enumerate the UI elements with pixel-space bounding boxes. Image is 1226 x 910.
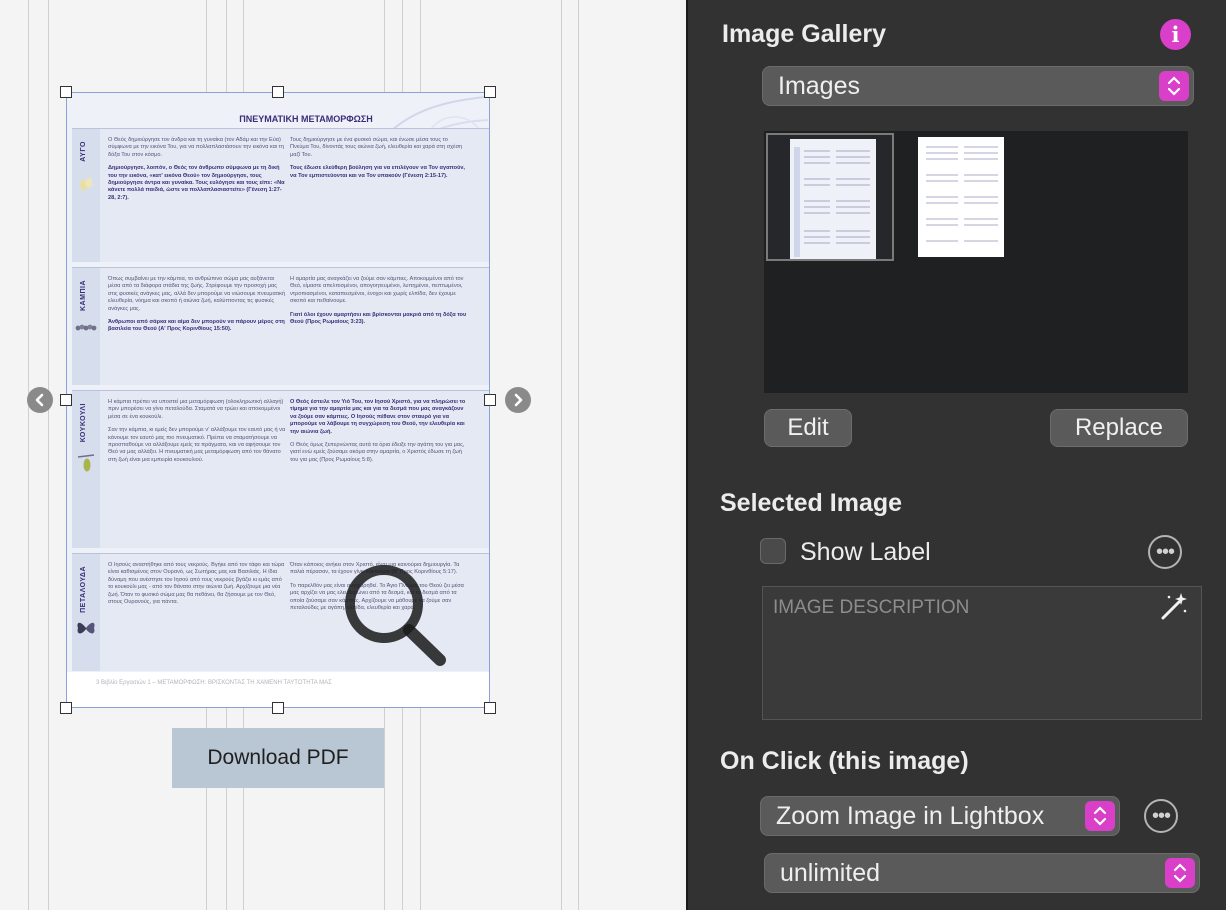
replace-button[interactable]: Replace	[1050, 409, 1188, 447]
guide-line	[48, 0, 49, 910]
image-description-field[interactable]	[762, 586, 1202, 720]
info-button[interactable]: i	[1160, 19, 1191, 50]
popup-arrows-icon	[1085, 801, 1115, 831]
cocoon-icon	[77, 454, 95, 472]
butterfly-icon	[77, 622, 95, 634]
on-click-options-button[interactable]: •••	[1144, 799, 1178, 833]
section-text: Σαν την κάμπια, κι εμείς δεν μπορούμε ν'…	[108, 427, 286, 463]
thumbnail-page-icon	[918, 137, 1004, 257]
section-text: Ο Ιησούς αναστήθηκε από τους νεκρούς. Βγ…	[108, 562, 285, 606]
egg-icon	[80, 178, 93, 191]
on-click-action-popup[interactable]: Zoom Image in Lightbox	[760, 796, 1120, 836]
show-label-checkbox[interactable]	[760, 538, 786, 564]
section-text: Όπως συμβαίνει με την κάμπια, το ανθρώπι…	[108, 276, 286, 312]
thumbnail-page-icon	[790, 139, 876, 259]
more-icon: •••	[1155, 540, 1175, 563]
section-label: ΠΕΤΑΛΟΥΔΑ	[80, 566, 87, 613]
section-label: ΚΟΥΚΟΥΛΙ	[80, 403, 87, 443]
previous-image-button[interactable]	[27, 387, 53, 413]
thumbnail-second[interactable]	[918, 137, 1004, 257]
chevron-right-icon	[514, 393, 523, 407]
resize-handle-bottom-right[interactable]	[484, 702, 496, 714]
section-bold-text: Δημιούργησε, λοιπόν, ο Θεός τον άνθρωπο …	[108, 165, 285, 201]
section-bold-text: Τους έδωσε ελεύθερη βούληση για να επιλέ…	[290, 165, 465, 179]
section-text: Γιατί όλοι έχουν αμαρτήσει και βρίσκοντα…	[290, 312, 468, 327]
edit-button[interactable]: Edit	[764, 409, 852, 447]
gallery-source-popup[interactable]: Images	[762, 66, 1194, 106]
document-section: ΚΑΜΠΙΑ Όπως συμβαίνει με την κάμπια, το …	[72, 267, 490, 385]
popup-arrows-icon	[1165, 858, 1195, 888]
document-footer: 3 Βιβλίο Εργασιών 1 – ΜΕΤΑΜΟΡΦΩΣΗ: ΒΡΙΣΚ…	[96, 680, 332, 686]
resize-handle-right[interactable]	[484, 394, 496, 406]
section-text: Άνθρωποι από σάρκα και αίμα δεν μπορούν …	[108, 319, 286, 334]
more-icon: •••	[1151, 804, 1171, 827]
info-icon: i	[1171, 22, 1180, 47]
thumbnail-strip	[764, 131, 1188, 393]
section-text: Η κάμπια πρέπει να υποστεί μια μεταμόρφω…	[108, 399, 284, 420]
resize-handle-bottom[interactable]	[272, 702, 284, 714]
resize-handle-top-left[interactable]	[60, 86, 72, 98]
guide-line	[578, 0, 579, 910]
section-tab: ΚΑΜΠΙΑ	[72, 268, 100, 385]
selected-image-heading: Selected Image	[720, 489, 903, 517]
image-description-input[interactable]	[763, 587, 1201, 719]
section-bold-text: Γιατί όλοι έχουν αμαρτήσει και βρίσκοντα…	[290, 311, 467, 326]
guide-line	[561, 0, 562, 910]
resize-handle-left[interactable]	[60, 394, 72, 406]
resize-handle-top[interactable]	[272, 86, 284, 98]
section-tab: ΠΕΤΑΛΟΥΔΑ	[72, 554, 100, 671]
guide-line	[28, 0, 29, 910]
limit-value: unlimited	[780, 858, 881, 887]
chevron-left-icon	[35, 393, 44, 407]
section-text: Ο Θεός έστειλε τον Υιό Του, τον Ιησού Χρ…	[290, 399, 468, 436]
caterpillar-icon	[75, 324, 97, 331]
page-canvas: ΠΝΕΥΜΑΤΙΚΗ ΜΕΤΑΜΟΡΦΩΣΗ ΑΥΓΟ Ο Θεός δημιο…	[0, 0, 686, 910]
section-tab: ΚΟΥΚΟΥΛΙ	[72, 391, 100, 548]
thumbnail-image	[790, 139, 876, 259]
section-text: Τους έδωσε ελεύθερη βούληση για να επιλέ…	[290, 165, 468, 180]
document-title: ΠΝΕΥΜΑΤΙΚΗ ΜΕΤΑΜΟΡΦΩΣΗ	[239, 114, 373, 124]
document-section: ΚΟΥΚΟΥΛΙ Η κάμπια πρέπει να υποστεί μια …	[72, 390, 490, 548]
section-right-column: Η αμαρτία μας αναγκάζει να ζούμε σαν κάμ…	[290, 276, 468, 332]
show-label-text: Show Label	[800, 538, 931, 566]
section-right-column: Ο Θεός έστειλε τον Υιό Του, τον Ιησού Χρ…	[290, 399, 468, 470]
next-image-button[interactable]	[505, 387, 531, 413]
section-text: Τους δημιούργησε με ένα φυσικό σώμα, και…	[290, 137, 463, 158]
gallery-source-value: Images	[778, 71, 860, 100]
on-click-heading: On Click (this image)	[720, 747, 969, 775]
section-text: Ο Θεός δημιούργησε τον άνδρα και τη γυνα…	[108, 137, 284, 158]
resize-handle-bottom-left[interactable]	[60, 702, 72, 714]
section-left-column: Ο Ιησούς αναστήθηκε από τους νεκρούς. Βγ…	[108, 562, 286, 612]
document-section: ΑΥΓΟ Ο Θεός δημιούργησε τον άνδρα και τη…	[72, 128, 490, 262]
thumbnail-selected[interactable]	[766, 133, 894, 261]
section-text: Δημιούργησε, λοιπόν, ο Θεός τον άνθρωπο …	[108, 165, 286, 202]
magic-wand-icon[interactable]	[1159, 591, 1189, 621]
panel-title: Image Gallery	[722, 20, 886, 48]
section-tab: ΑΥΓΟ	[72, 129, 100, 262]
section-left-column: Όπως συμβαίνει με την κάμπια, το ανθρώπι…	[108, 276, 286, 340]
section-bold-text: Ο Θεός έστειλε τον Υιό Του, τον Ιησού Χρ…	[290, 399, 466, 435]
section-text: Η αμαρτία μας αναγκάζει να ζούμε σαν κάμ…	[290, 276, 464, 305]
section-left-column: Ο Θεός δημιούργησε τον άνδρα και τη γυνα…	[108, 137, 286, 208]
label-options-button[interactable]: •••	[1148, 535, 1182, 569]
section-text: Ο Θεός όμως ξεπερνώντας αυτά τα όρια έδε…	[290, 442, 465, 463]
download-pdf-button[interactable]: Download PDF	[172, 728, 384, 788]
section-bold-text: Άνθρωποι από σάρκα και αίμα δεν μπορούν …	[108, 319, 285, 333]
inspector-panel: Image Gallery i Images Edit Replace Sele…	[686, 0, 1226, 910]
section-label: ΑΥΓΟ	[80, 141, 87, 162]
section-right-column: Τους δημιούργησε με ένα φυσικό σώμα, και…	[290, 137, 468, 186]
zoom-magnifier-icon	[345, 565, 446, 666]
on-click-action-value: Zoom Image in Lightbox	[776, 801, 1045, 830]
section-left-column: Η κάμπια πρέπει να υποστεί μια μεταμόρφω…	[108, 399, 286, 470]
resize-handle-top-right[interactable]	[484, 86, 496, 98]
popup-arrows-icon	[1159, 71, 1189, 101]
limit-popup[interactable]: unlimited	[764, 853, 1200, 893]
section-label: ΚΑΜΠΙΑ	[80, 280, 87, 311]
